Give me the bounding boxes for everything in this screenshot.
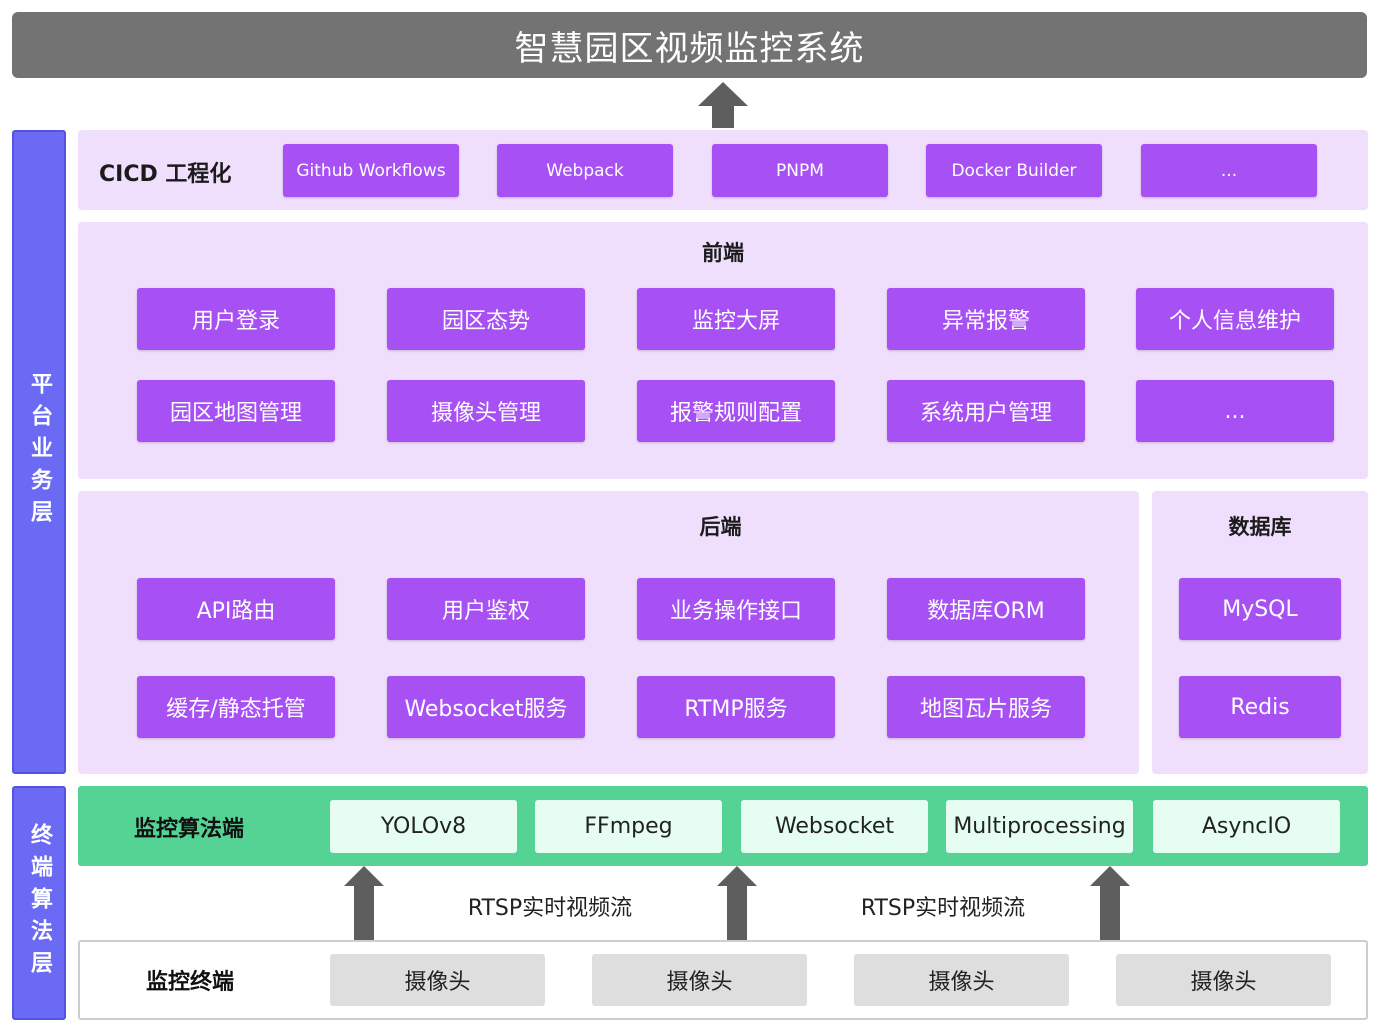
camera-item: 摄像头 [1116,954,1331,1006]
backend-item: 用户鉴权 [387,578,585,640]
database-title: 数据库 [1228,515,1292,539]
algorithm-item: Multiprocessing [946,800,1133,853]
cicd-item: Webpack [497,144,673,197]
algorithm-item: Websocket [741,800,928,853]
database-item: MySQL [1179,578,1341,640]
backend-item: 缓存/静态托管 [137,676,335,738]
backend-item: Websocket服务 [387,676,585,738]
layer-platform: 平台业务层 [12,130,66,774]
camera-item: 摄像头 [854,954,1069,1006]
frontend-item: 报警规则配置 [637,380,835,442]
camera-item: 摄像头 [330,954,545,1006]
stream-label: RTSP实时视频流 [860,896,1026,921]
frontend-item: ... [1136,380,1334,442]
backend-item: RTMP服务 [637,676,835,738]
up-arrow-icon [717,866,757,940]
layer-platform-label: 平台业务层 [27,372,52,532]
algorithm-item: FFmpeg [535,800,722,853]
stream-label: RTSP实时视频流 [467,896,633,921]
frontend-item: 个人信息维护 [1136,288,1334,350]
cicd-item: Docker Builder [926,144,1102,197]
up-arrow-icon [698,82,748,128]
backend-item: 地图瓦片服务 [887,676,1085,738]
frontend-item: 园区地图管理 [137,380,335,442]
backend-item: API路由 [137,578,335,640]
frontend-item: 园区态势 [387,288,585,350]
camera-item: 摄像头 [592,954,807,1006]
algorithm-item: YOLOv8 [330,800,517,853]
cicd-item: Github Workflows [283,144,459,197]
cicd-item: PNPM [712,144,888,197]
database-item: Redis [1179,676,1341,738]
layer-terminal-label: 终端算法层 [27,823,52,983]
up-arrow-icon [1090,866,1130,940]
algorithm-item: AsyncIO [1153,800,1340,853]
cicd-item: ... [1141,144,1317,197]
backend-item: 数据库ORM [887,578,1085,640]
frontend-item: 摄像头管理 [387,380,585,442]
frontend-item: 监控大屏 [637,288,835,350]
frontend-item: 异常报警 [887,288,1085,350]
terminal-label: 监控终端 [146,970,235,995]
cicd-label: CICD 工程化 [99,162,232,187]
frontend-title: 前端 [702,241,744,265]
page-title: 智慧园区视频监控系统 [12,12,1367,78]
up-arrow-icon [344,866,384,940]
frontend-item: 系统用户管理 [887,380,1085,442]
layer-terminal: 终端算法层 [12,786,66,1020]
backend-item: 业务操作接口 [637,578,835,640]
frontend-item: 用户登录 [137,288,335,350]
algorithm-label: 监控算法端 [134,817,245,842]
